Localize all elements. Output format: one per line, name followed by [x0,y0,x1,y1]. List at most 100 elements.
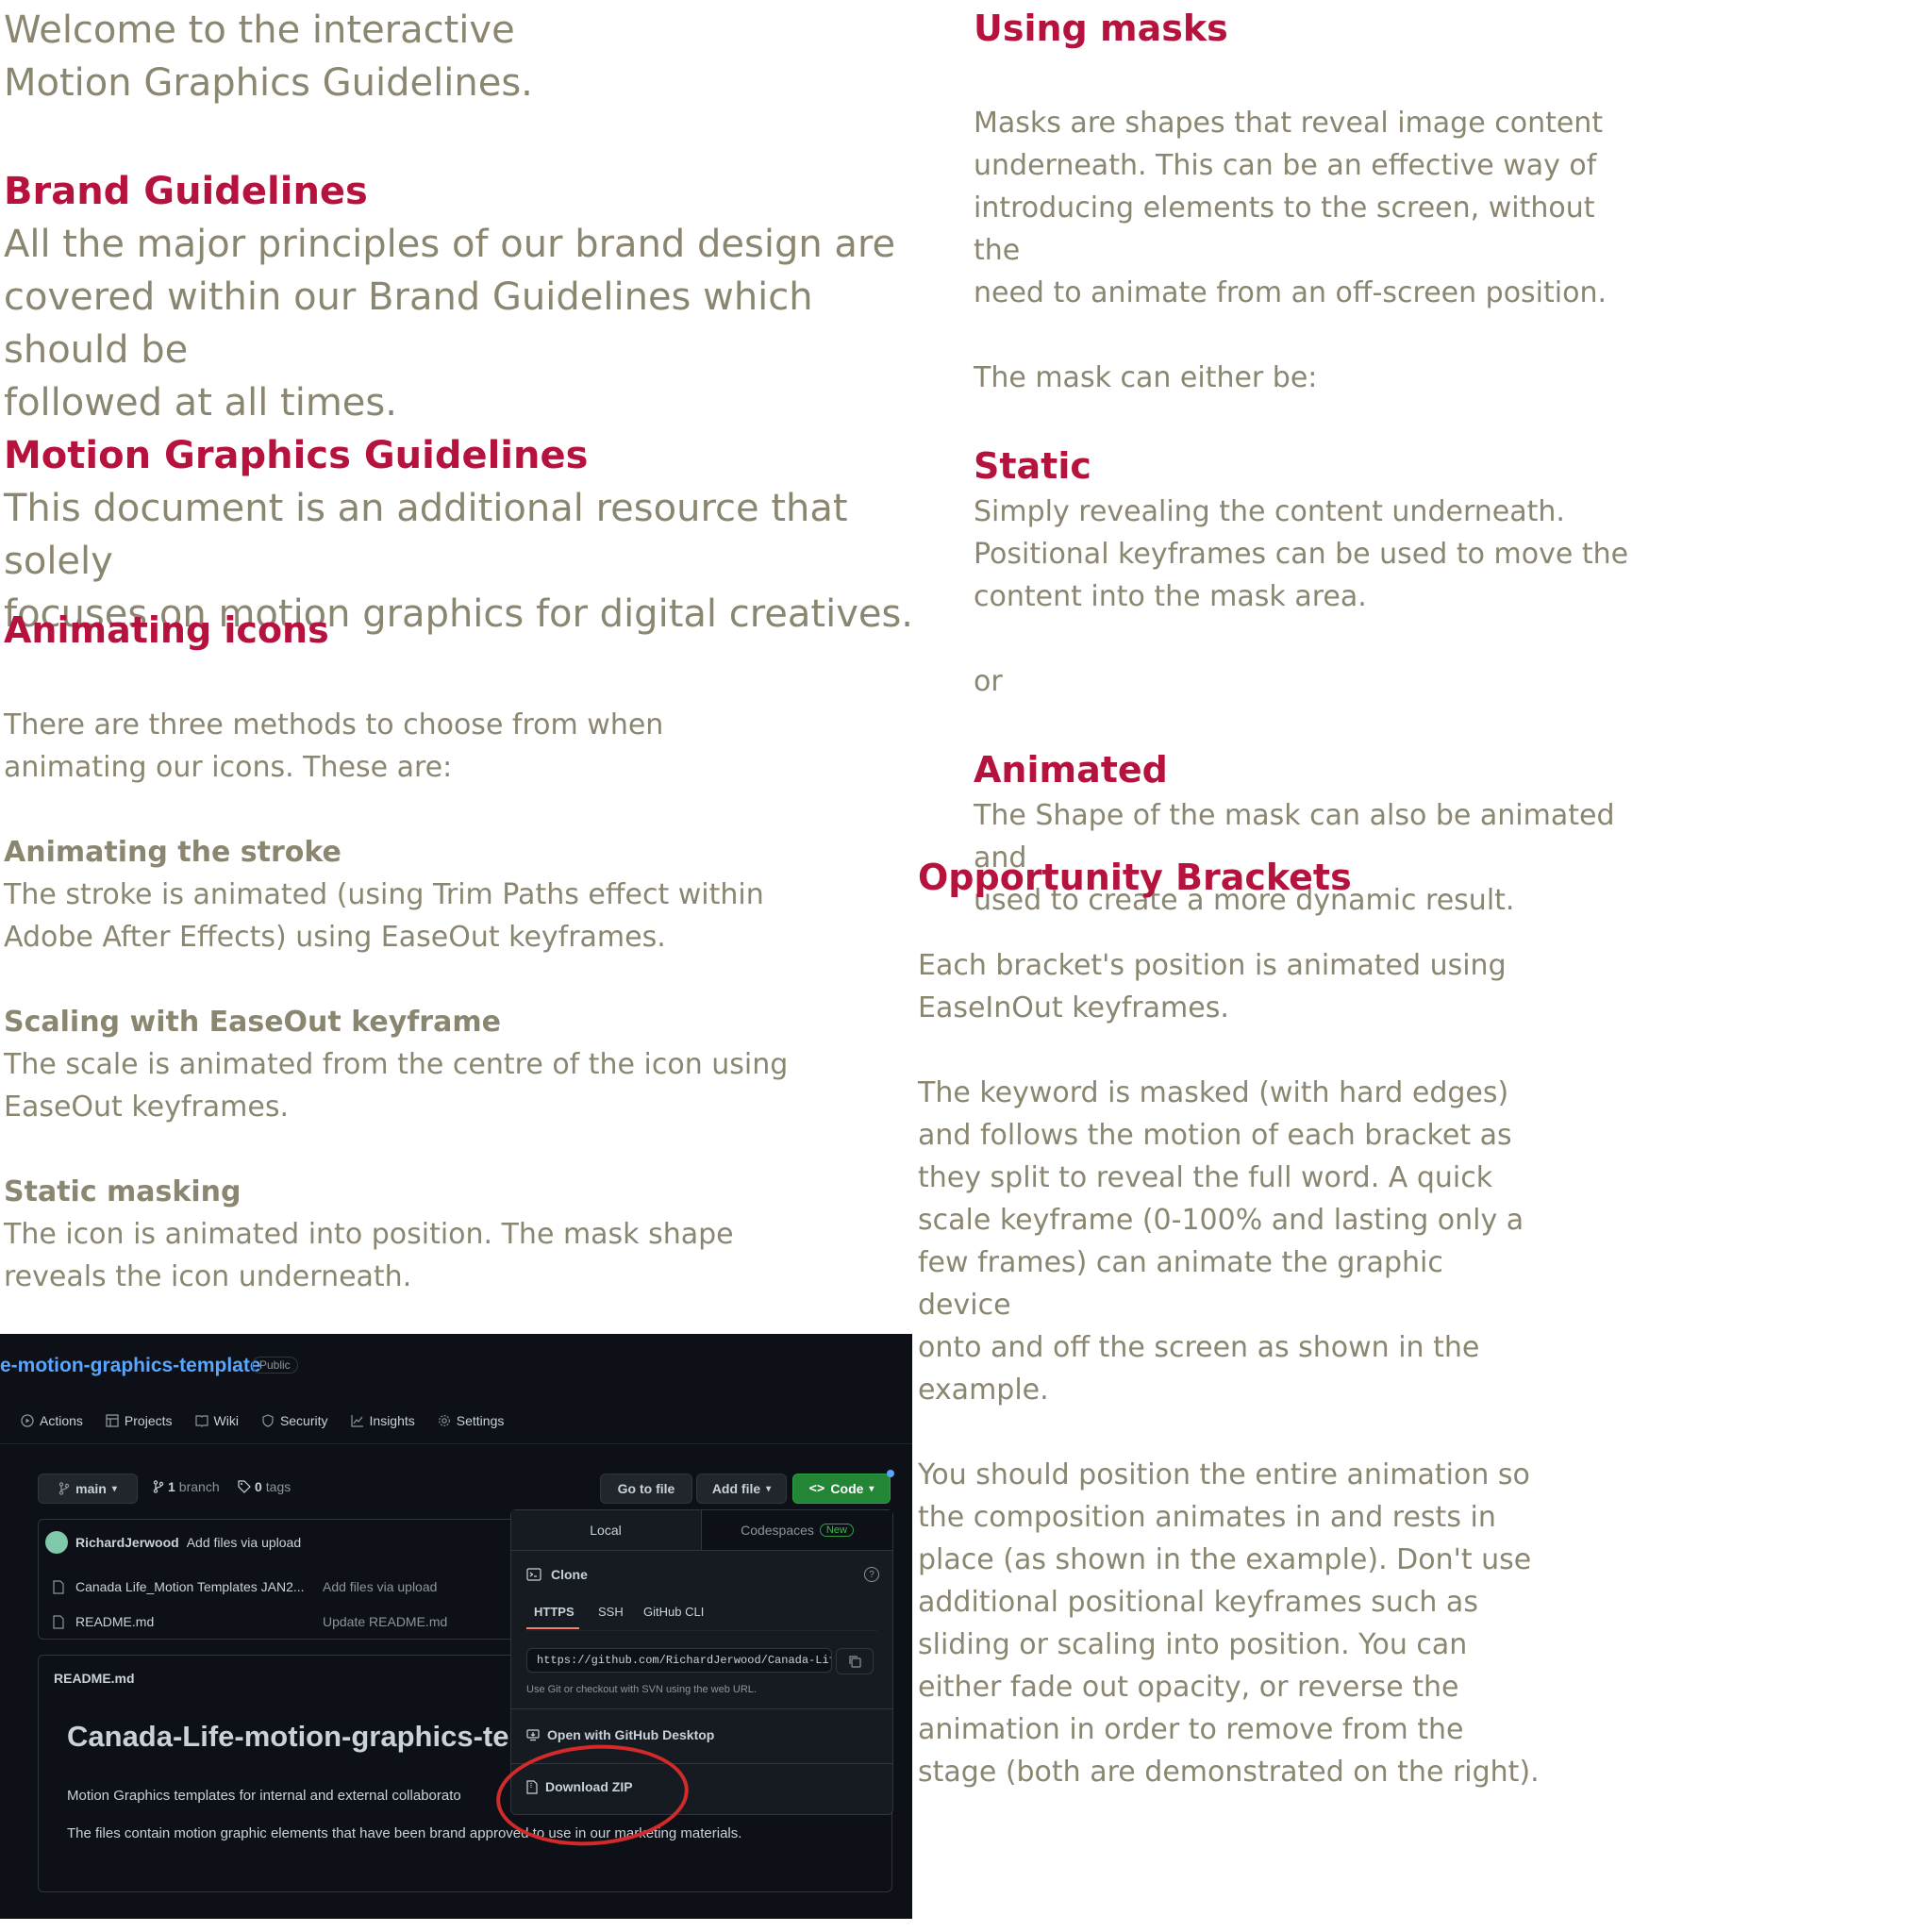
brackets-line: either fade out opacity, or reverse the [918,1671,1459,1704]
open-desktop-button[interactable]: Open with GitHub Desktop [526,1727,714,1742]
brackets-line: scale keyframe (0-100% and lasting only … [918,1204,1524,1237]
repo-tabs: Actions Projects Wiki Security Insights … [21,1413,504,1428]
chevron-down-icon: ▾ [111,1483,117,1494]
notification-dot [887,1470,894,1477]
brackets-line: animation in order to remove from the [918,1713,1464,1746]
protocol-ssh[interactable]: SSH [598,1605,624,1619]
animating-icons-section: Animating icons There are three methods … [4,606,947,1298]
brackets-line: EaseInOut keyframes. [918,991,1229,1024]
code-button[interactable]: <> Code ▾ [792,1474,891,1504]
readme-label: README.md [54,1671,135,1686]
copy-button[interactable] [836,1648,874,1674]
help-icon[interactable]: ? [864,1567,879,1582]
file-icon [53,1614,64,1629]
brand-line: followed at all times. [4,381,397,425]
desktop-download-icon [526,1729,540,1741]
static-line: content into the mask area. [974,580,1367,613]
clone-label: Clone [551,1567,588,1582]
branch-select[interactable]: main ▾ [38,1474,138,1504]
chevron-down-icon: ▾ [766,1483,772,1494]
go-to-file-button[interactable]: Go to file [600,1474,692,1504]
chevron-down-icon: ▾ [869,1483,874,1494]
terminal-icon [526,1568,541,1581]
file-name[interactable]: README.md [75,1614,311,1629]
stroke-line: The stroke is animated (using Trim Paths… [4,878,764,911]
protocol-https[interactable]: HTTPS [534,1605,575,1619]
latest-commit: RichardJerwood Add files via upload [45,1531,301,1554]
repo-name-link[interactable]: e-motion-graphics-template [0,1355,261,1377]
tabs-divider [0,1443,912,1444]
avatar [45,1531,68,1554]
motion-line: This document is an additional resource … [4,487,848,583]
code-label: Code [830,1481,864,1496]
masks-heading: Using masks [974,8,1228,49]
book-icon [194,1415,208,1427]
tab-label: Actions [40,1413,83,1428]
tab-wiki[interactable]: Wiki [194,1413,239,1428]
masks-or: or [974,665,1003,698]
tab-codespaces-label: Codespaces [741,1523,814,1538]
popup-divider [511,1550,892,1551]
brackets-line: the composition animates in and rests in [918,1501,1496,1534]
brand-heading: Brand Guidelines [4,170,368,213]
tab-local[interactable]: Local [511,1510,700,1552]
brackets-line: sliding or scaling into position. You ca… [918,1628,1468,1661]
protocol-cli[interactable]: GitHub CLI [643,1605,704,1619]
branch-name: main [75,1481,107,1496]
static-masking-line: The icon is animated into position. The … [4,1218,734,1251]
stroke-title: Animating the stroke [4,836,341,869]
readme-description: Motion Graphics templates for internal a… [67,1788,461,1804]
open-desktop-label: Open with GitHub Desktop [547,1727,715,1742]
tab-codespaces[interactable]: Codespaces New [701,1510,892,1550]
file-commit-message[interactable]: Update README.md [323,1614,447,1629]
brackets-line: few frames) can animate the graphic devi… [918,1246,1443,1322]
scaling-title: Scaling with EaseOut keyframe [4,1006,501,1039]
tag-count: 0 [255,1479,262,1494]
clone-url-input[interactable]: https://github.com/RichardJerwood/Canada… [526,1648,832,1673]
animating-icons-heading: Animating icons [4,609,329,651]
scaling-line: The scale is animated from the centre of… [4,1048,789,1081]
branch-count: 1 [168,1479,175,1494]
brackets-line: they split to reveal the full word. A qu… [918,1161,1493,1194]
brand-line: All the major principles of our brand de… [4,223,896,266]
tag-count-link[interactable]: 0 tags [238,1479,291,1494]
table-icon [106,1414,119,1427]
tab-actions[interactable]: Actions [21,1413,83,1428]
commit-author[interactable]: RichardJerwood [75,1535,179,1550]
brackets-heading: Opportunity Brackets [918,857,1352,898]
visibility-badge: Public [252,1357,298,1374]
commit-message[interactable]: Add files via upload [187,1535,301,1550]
brackets-line: place (as shown in the example). Don't u… [918,1543,1532,1576]
brackets-line: additional positional keyframes such as [918,1586,1478,1619]
brackets-line: stage (both are demonstrated on the righ… [918,1756,1540,1789]
brackets-section: Opportunity Brackets Each bracket's posi… [918,853,1541,1793]
add-file-button[interactable]: Add file ▾ [696,1474,787,1504]
brackets-line: and follows the motion of each bracket a… [918,1119,1512,1152]
tab-projects[interactable]: Projects [106,1413,173,1428]
tab-security[interactable]: Security [261,1413,328,1428]
masks-line: underneath. This can be an effective way… [974,149,1597,182]
tab-settings[interactable]: Settings [438,1413,505,1428]
file-row[interactable]: Canada Life_Motion Templates JAN2... Add… [53,1579,437,1594]
tab-insights[interactable]: Insights [350,1413,415,1428]
tab-label: Wiki [213,1413,239,1428]
popup-divider [511,1708,892,1709]
shield-icon [262,1414,274,1427]
masks-section: Using masks Masks are shapes that reveal… [974,4,1634,922]
tag-icon [238,1480,251,1493]
file-name[interactable]: Canada Life_Motion Templates JAN2... [75,1579,311,1594]
file-icon [53,1579,64,1594]
masks-line: need to animate from an off-screen posit… [974,276,1607,309]
new-badge: New [819,1524,854,1537]
branch-icon [58,1482,70,1495]
brackets-line: example. [918,1374,1049,1407]
add-file-label: Add file [711,1481,761,1496]
icons-intro-line: There are three methods to choose from w… [4,708,664,741]
masks-line: introducing elements to the screen, with… [974,192,1595,267]
branch-count-link[interactable]: 1 branch [153,1479,220,1494]
gear-icon [438,1415,450,1426]
file-commit-message[interactable]: Add files via upload [323,1579,437,1594]
brackets-line: The keyword is masked (with hard edges) [918,1076,1509,1109]
tab-label: Settings [456,1413,505,1428]
file-row[interactable]: README.md Update README.md [53,1614,447,1629]
